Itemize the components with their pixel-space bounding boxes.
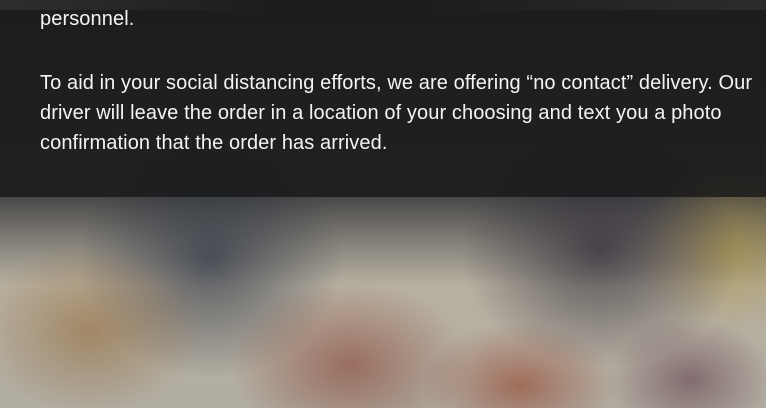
hero-background: personnel. To aid in your social distanc… (0, 0, 766, 408)
delivery-paragraph: To aid in your social distancing efforts… (40, 72, 753, 154)
top-strip (0, 0, 766, 10)
